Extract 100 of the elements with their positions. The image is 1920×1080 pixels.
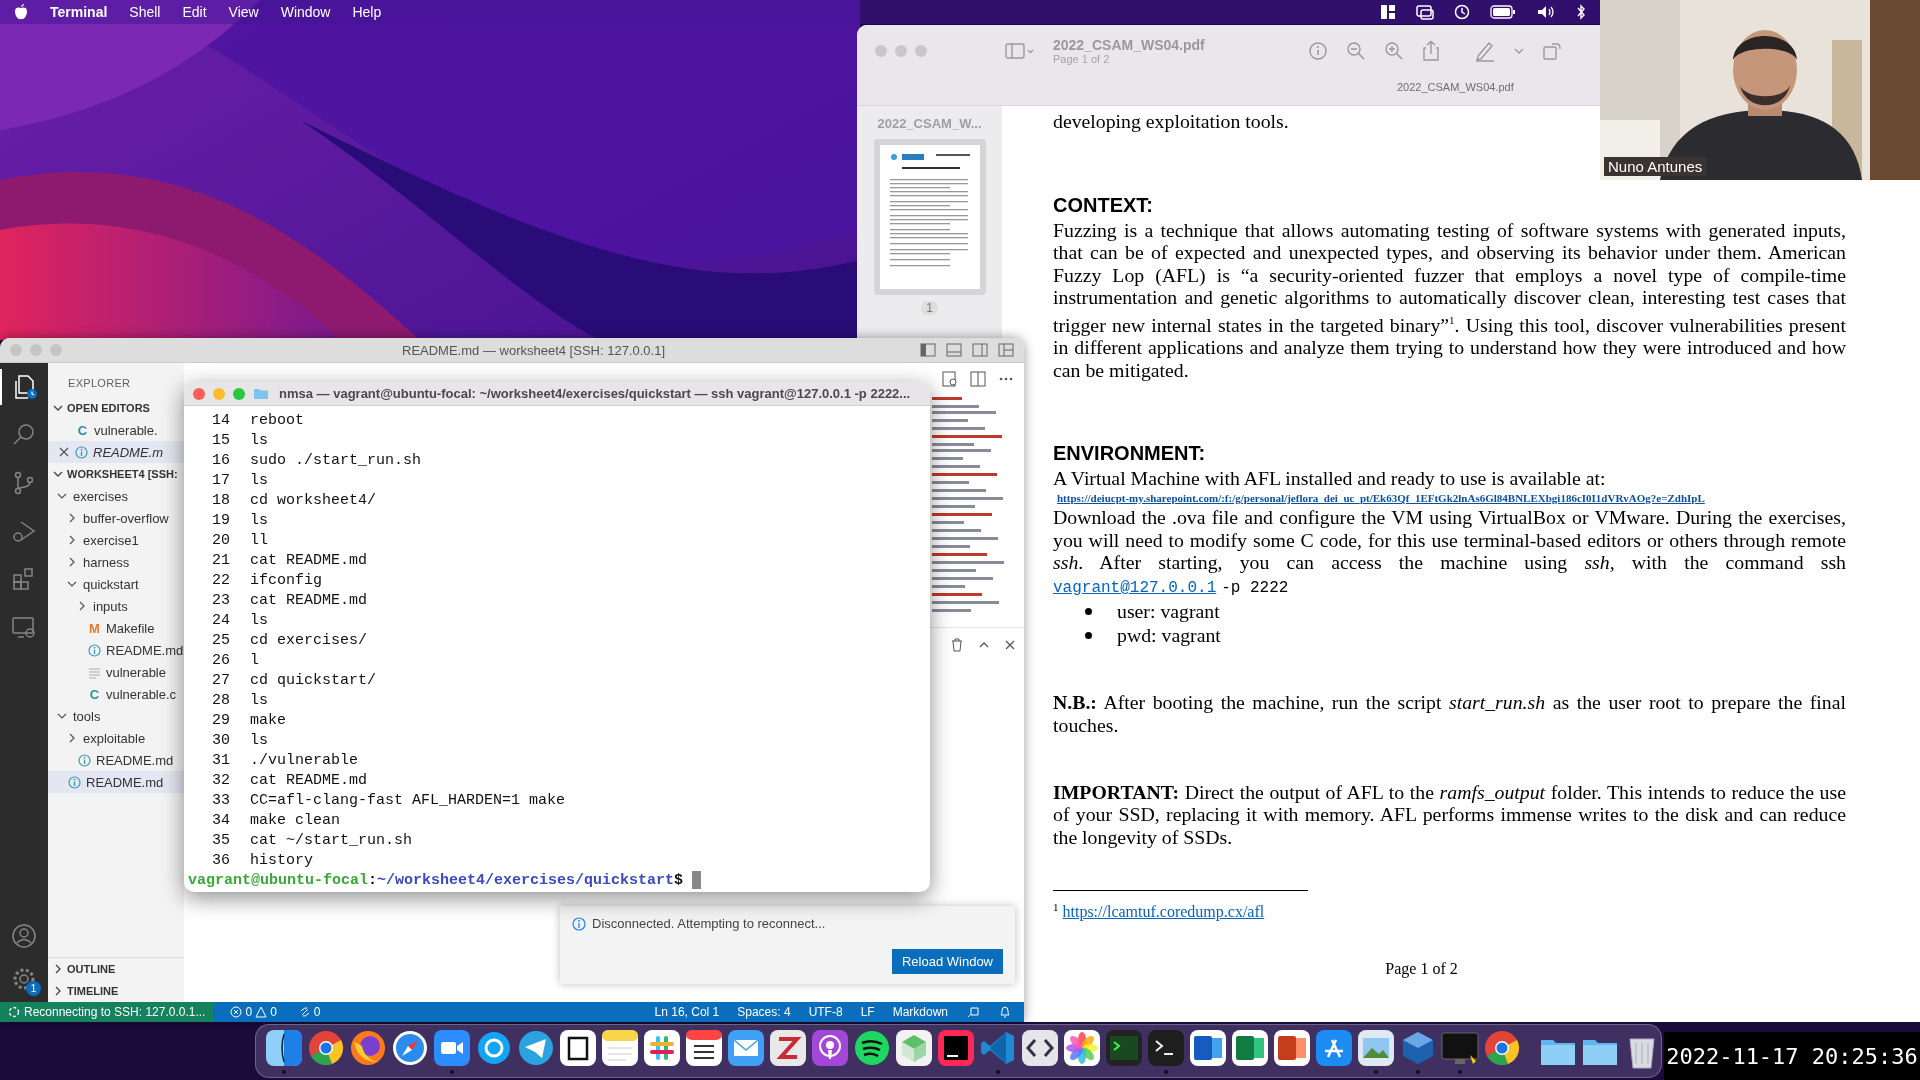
fox-icon[interactable] — [348, 1028, 388, 1068]
section-header[interactable]: TIMELINE — [48, 980, 184, 1002]
command-text: make clean — [250, 811, 340, 829]
code-editor-icon[interactable] — [936, 1028, 976, 1068]
compass-icon[interactable] — [390, 1028, 430, 1068]
section-header[interactable]: OUTLINE — [48, 958, 184, 980]
split-layout-icon[interactable] — [972, 343, 988, 357]
line-number: 23 — [211, 591, 230, 609]
clock-icon[interactable] — [1454, 4, 1470, 20]
tree-item[interactable]: exercise1 — [48, 529, 184, 551]
calendar-icon[interactable] — [684, 1028, 724, 1068]
reload-window-button[interactable]: Reload Window — [891, 949, 1003, 974]
browser-icon[interactable] — [1482, 1028, 1522, 1068]
hash-icon[interactable] — [642, 1028, 682, 1068]
tree-item[interactable]: README.md — [48, 639, 184, 661]
menu-item[interactable]: Terminal — [50, 4, 108, 20]
problems-status[interactable]: 0 0 — [225, 1005, 282, 1019]
list-item-text: user: vagrant — [1117, 599, 1220, 624]
app-store-icon[interactable] — [1314, 1028, 1354, 1068]
bell-icon[interactable] — [998, 1005, 1012, 1019]
menu-item[interactable]: Help — [352, 4, 382, 20]
command-text: l — [250, 651, 259, 669]
status-item[interactable]: LF — [860, 1005, 875, 1019]
sidebar-toggle-icon[interactable] — [920, 343, 936, 357]
menu-item[interactable]: View — [228, 4, 259, 20]
prompt-line: vagrant@ubuntu-focal:~/worksheet4/exercises/quickstart$ — [188, 871, 684, 889]
command-text: cd exercises/ — [250, 631, 368, 649]
open-editor-item[interactable]: README.m — [48, 441, 184, 463]
download-link[interactable]: https://deiucpt-my.sharepoint.com/:f:/g/personal/jeflora_dei_uc_pt/Ek63Qf_1EFtGk2lnAs6Gl84BNLEXbgi186cI0I1dVRvAOg?e=ZdhIpL — [1057, 489, 1920, 506]
section-header[interactable]: OPEN EDITORS — [48, 397, 184, 419]
tree-item[interactable]: tools — [48, 705, 184, 727]
feedback-icon[interactable] — [966, 1005, 980, 1019]
close-icon[interactable] — [1004, 639, 1016, 651]
tree-item[interactable]: quickstart — [48, 573, 184, 595]
warning-icon — [255, 1006, 268, 1018]
tree-item[interactable]: C vulnerable.c — [48, 683, 184, 705]
line-number: 27 — [211, 671, 230, 689]
screen-mirroring-icon[interactable] — [1416, 4, 1434, 20]
volume-icon[interactable] — [1536, 4, 1556, 20]
command-text: history — [250, 851, 313, 869]
command-text: cat ~/start_run.sh — [250, 831, 413, 849]
body-text: developing exploitation tools. — [1053, 110, 1290, 133]
panel-toggle-icon[interactable] — [946, 343, 962, 357]
footnote-link[interactable]: https://lcamtuf.coredump.cx/afl — [1062, 903, 1265, 921]
status-item[interactable]: UTF-8 — [808, 1005, 843, 1019]
settings-icon[interactable] — [11, 966, 37, 992]
bluetooth-icon[interactable] — [1576, 4, 1586, 20]
split-editor-icon[interactable] — [970, 371, 986, 387]
page-thumbnail[interactable] — [873, 139, 986, 295]
document-icon[interactable] — [1188, 1028, 1228, 1068]
terminal-icon[interactable] — [1146, 1028, 1186, 1068]
tree-item[interactable]: harness — [48, 551, 184, 573]
status-item[interactable]: Spaces: 4 — [737, 1005, 791, 1019]
tree-item[interactable]: inputs — [48, 595, 184, 617]
list-item-text: pwd: vagrant — [1117, 623, 1221, 648]
paper-plane-icon[interactable] — [516, 1028, 556, 1068]
section-heading: CONTEXT: — [1053, 192, 1154, 217]
menu-item[interactable]: Shell — [129, 4, 161, 20]
email-link[interactable]: vagrant@127.0.0.1 — [1053, 578, 1217, 597]
ports-status[interactable]: 0 — [293, 1005, 326, 1019]
tree-item[interactable]: exercises — [48, 485, 184, 507]
envelope-icon[interactable] — [726, 1028, 766, 1068]
image-viewer-icon[interactable] — [1356, 1028, 1396, 1068]
clock-text: 2022-11-17 20:25:36 — [1666, 1043, 1918, 1069]
page-number-label: 1 — [921, 301, 938, 315]
line-number: 31 — [211, 751, 230, 769]
bullet-icon — [1085, 631, 1092, 639]
status-item[interactable]: Markdown — [892, 1005, 948, 1019]
battery-icon[interactable] — [1490, 5, 1516, 19]
spreadsheet-icon[interactable] — [1230, 1028, 1270, 1068]
tree-item[interactable]: buffer-overflow — [48, 507, 184, 529]
menu-item[interactable]: Window — [280, 4, 331, 20]
control-center-icon[interactable] — [1380, 4, 1396, 20]
open-editor-item[interactable]: C vulnerable. — [48, 419, 184, 441]
section-header[interactable]: WORKSHEET4 [SSH: — [48, 463, 184, 485]
tree-item[interactable]: exploitable — [48, 727, 184, 749]
menu-item[interactable]: Edit — [182, 4, 207, 20]
close-icon[interactable] — [58, 446, 70, 458]
flower-icon[interactable] — [1062, 1028, 1102, 1068]
cube-icon[interactable] — [894, 1028, 934, 1068]
notepad-icon[interactable] — [600, 1028, 640, 1068]
window-title: README.md — worksheet4 [SSH: 127.0.0.1] — [402, 342, 665, 358]
tree-item[interactable]: README.md — [48, 749, 184, 771]
video-camera-icon[interactable] — [432, 1028, 472, 1068]
tree-item[interactable]: M Makefile — [48, 617, 184, 639]
podcast-icon[interactable] — [810, 1028, 850, 1068]
tree-item[interactable]: vulnerable — [48, 661, 184, 683]
apple-icon[interactable] — [14, 3, 28, 21]
tree-item[interactable]: README.md — [48, 771, 184, 793]
browser-icon[interactable] — [306, 1028, 346, 1068]
code-brackets-icon[interactable] — [1020, 1028, 1060, 1068]
error-icon — [230, 1006, 243, 1018]
trash-icon[interactable] — [950, 638, 964, 652]
presentation-icon[interactable] — [1272, 1028, 1312, 1068]
layout-icon[interactable] — [998, 343, 1014, 357]
command-text: make — [250, 711, 286, 729]
music-waves-icon[interactable] — [852, 1028, 892, 1068]
status-item[interactable]: Ln 16, Col 1 — [654, 1005, 720, 1019]
open-preview-icon[interactable] — [942, 371, 958, 387]
remote-status[interactable]: Reconnecting to SSH: 127.0.0.1... — [0, 1002, 214, 1022]
